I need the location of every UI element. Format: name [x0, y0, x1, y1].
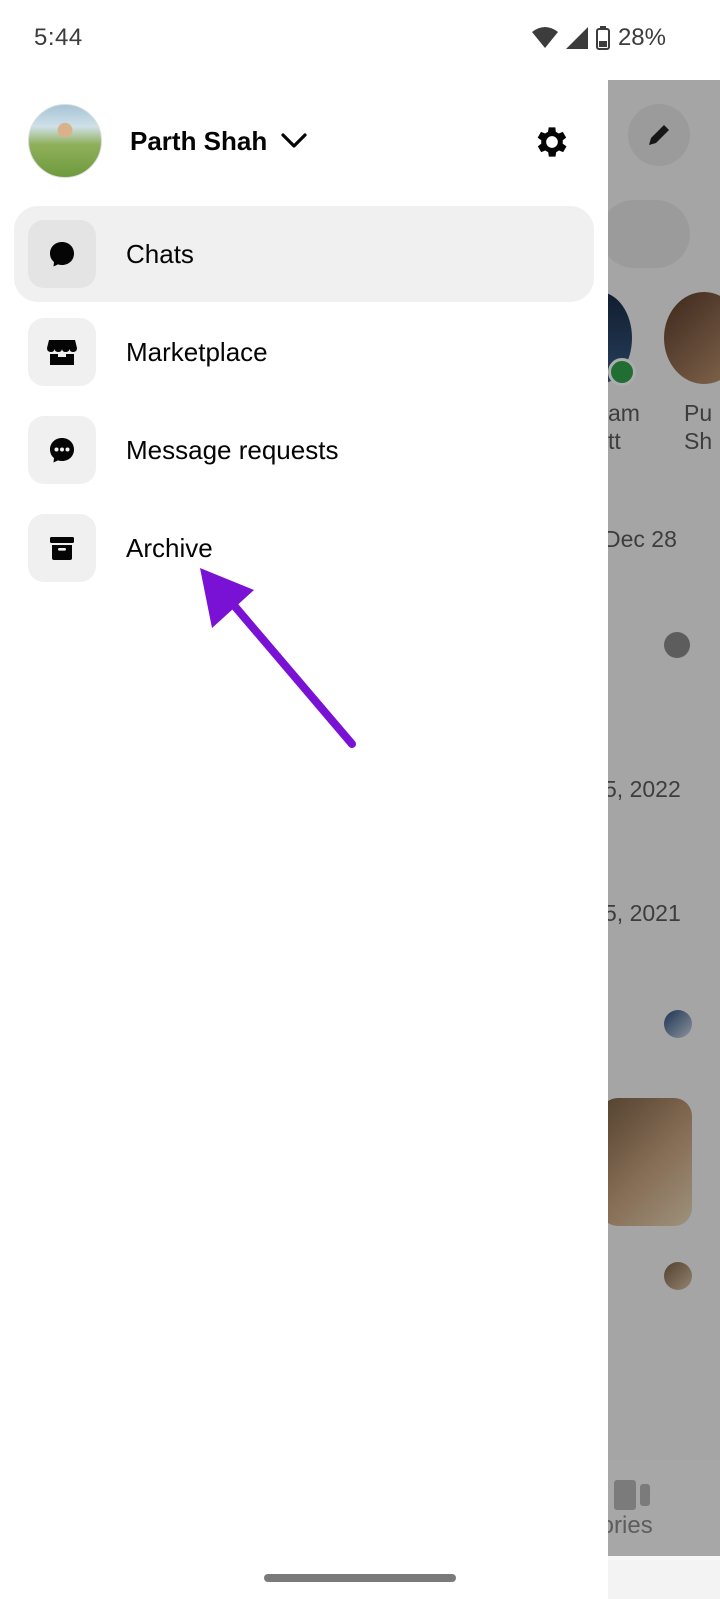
- menu-item-label: Message requests: [126, 434, 339, 465]
- wifi-icon: [531, 27, 558, 48]
- archive-box-icon: [28, 514, 96, 582]
- menu-item-chats[interactable]: Chats: [14, 206, 594, 302]
- message-requests-icon: [28, 416, 96, 484]
- battery-percent: 28%: [617, 24, 666, 51]
- profile-avatar: [28, 104, 102, 178]
- profile-name: Parth Shah: [130, 125, 268, 156]
- navigation-drawer: Parth Shah Chats Marketplace Message req…: [0, 80, 608, 1599]
- drawer-scrim[interactable]: [608, 80, 720, 1556]
- menu-item-marketplace[interactable]: Marketplace: [14, 304, 594, 400]
- home-indicator[interactable]: [264, 1574, 456, 1582]
- gear-icon[interactable]: [532, 122, 572, 162]
- menu-item-label: Marketplace: [126, 336, 268, 367]
- menu-item-message-requests[interactable]: Message requests: [14, 402, 594, 498]
- storefront-icon: [28, 318, 96, 386]
- chevron-down-icon: [281, 133, 307, 148]
- status-icons: 28%: [531, 24, 666, 52]
- battery-icon: [595, 26, 610, 50]
- menu-item-label: Chats: [126, 238, 194, 269]
- status-bar: 5:44 28%: [0, 0, 720, 80]
- annotation-arrow: [200, 568, 356, 748]
- cell-signal-icon: [565, 27, 588, 49]
- status-time: 5:44: [34, 24, 83, 51]
- chat-bubble-icon: [28, 220, 96, 288]
- menu-item-label: Archive: [126, 532, 213, 563]
- drawer-menu: Chats Marketplace Message requests Archi…: [14, 206, 594, 598]
- profile-switcher[interactable]: Parth Shah: [28, 104, 307, 178]
